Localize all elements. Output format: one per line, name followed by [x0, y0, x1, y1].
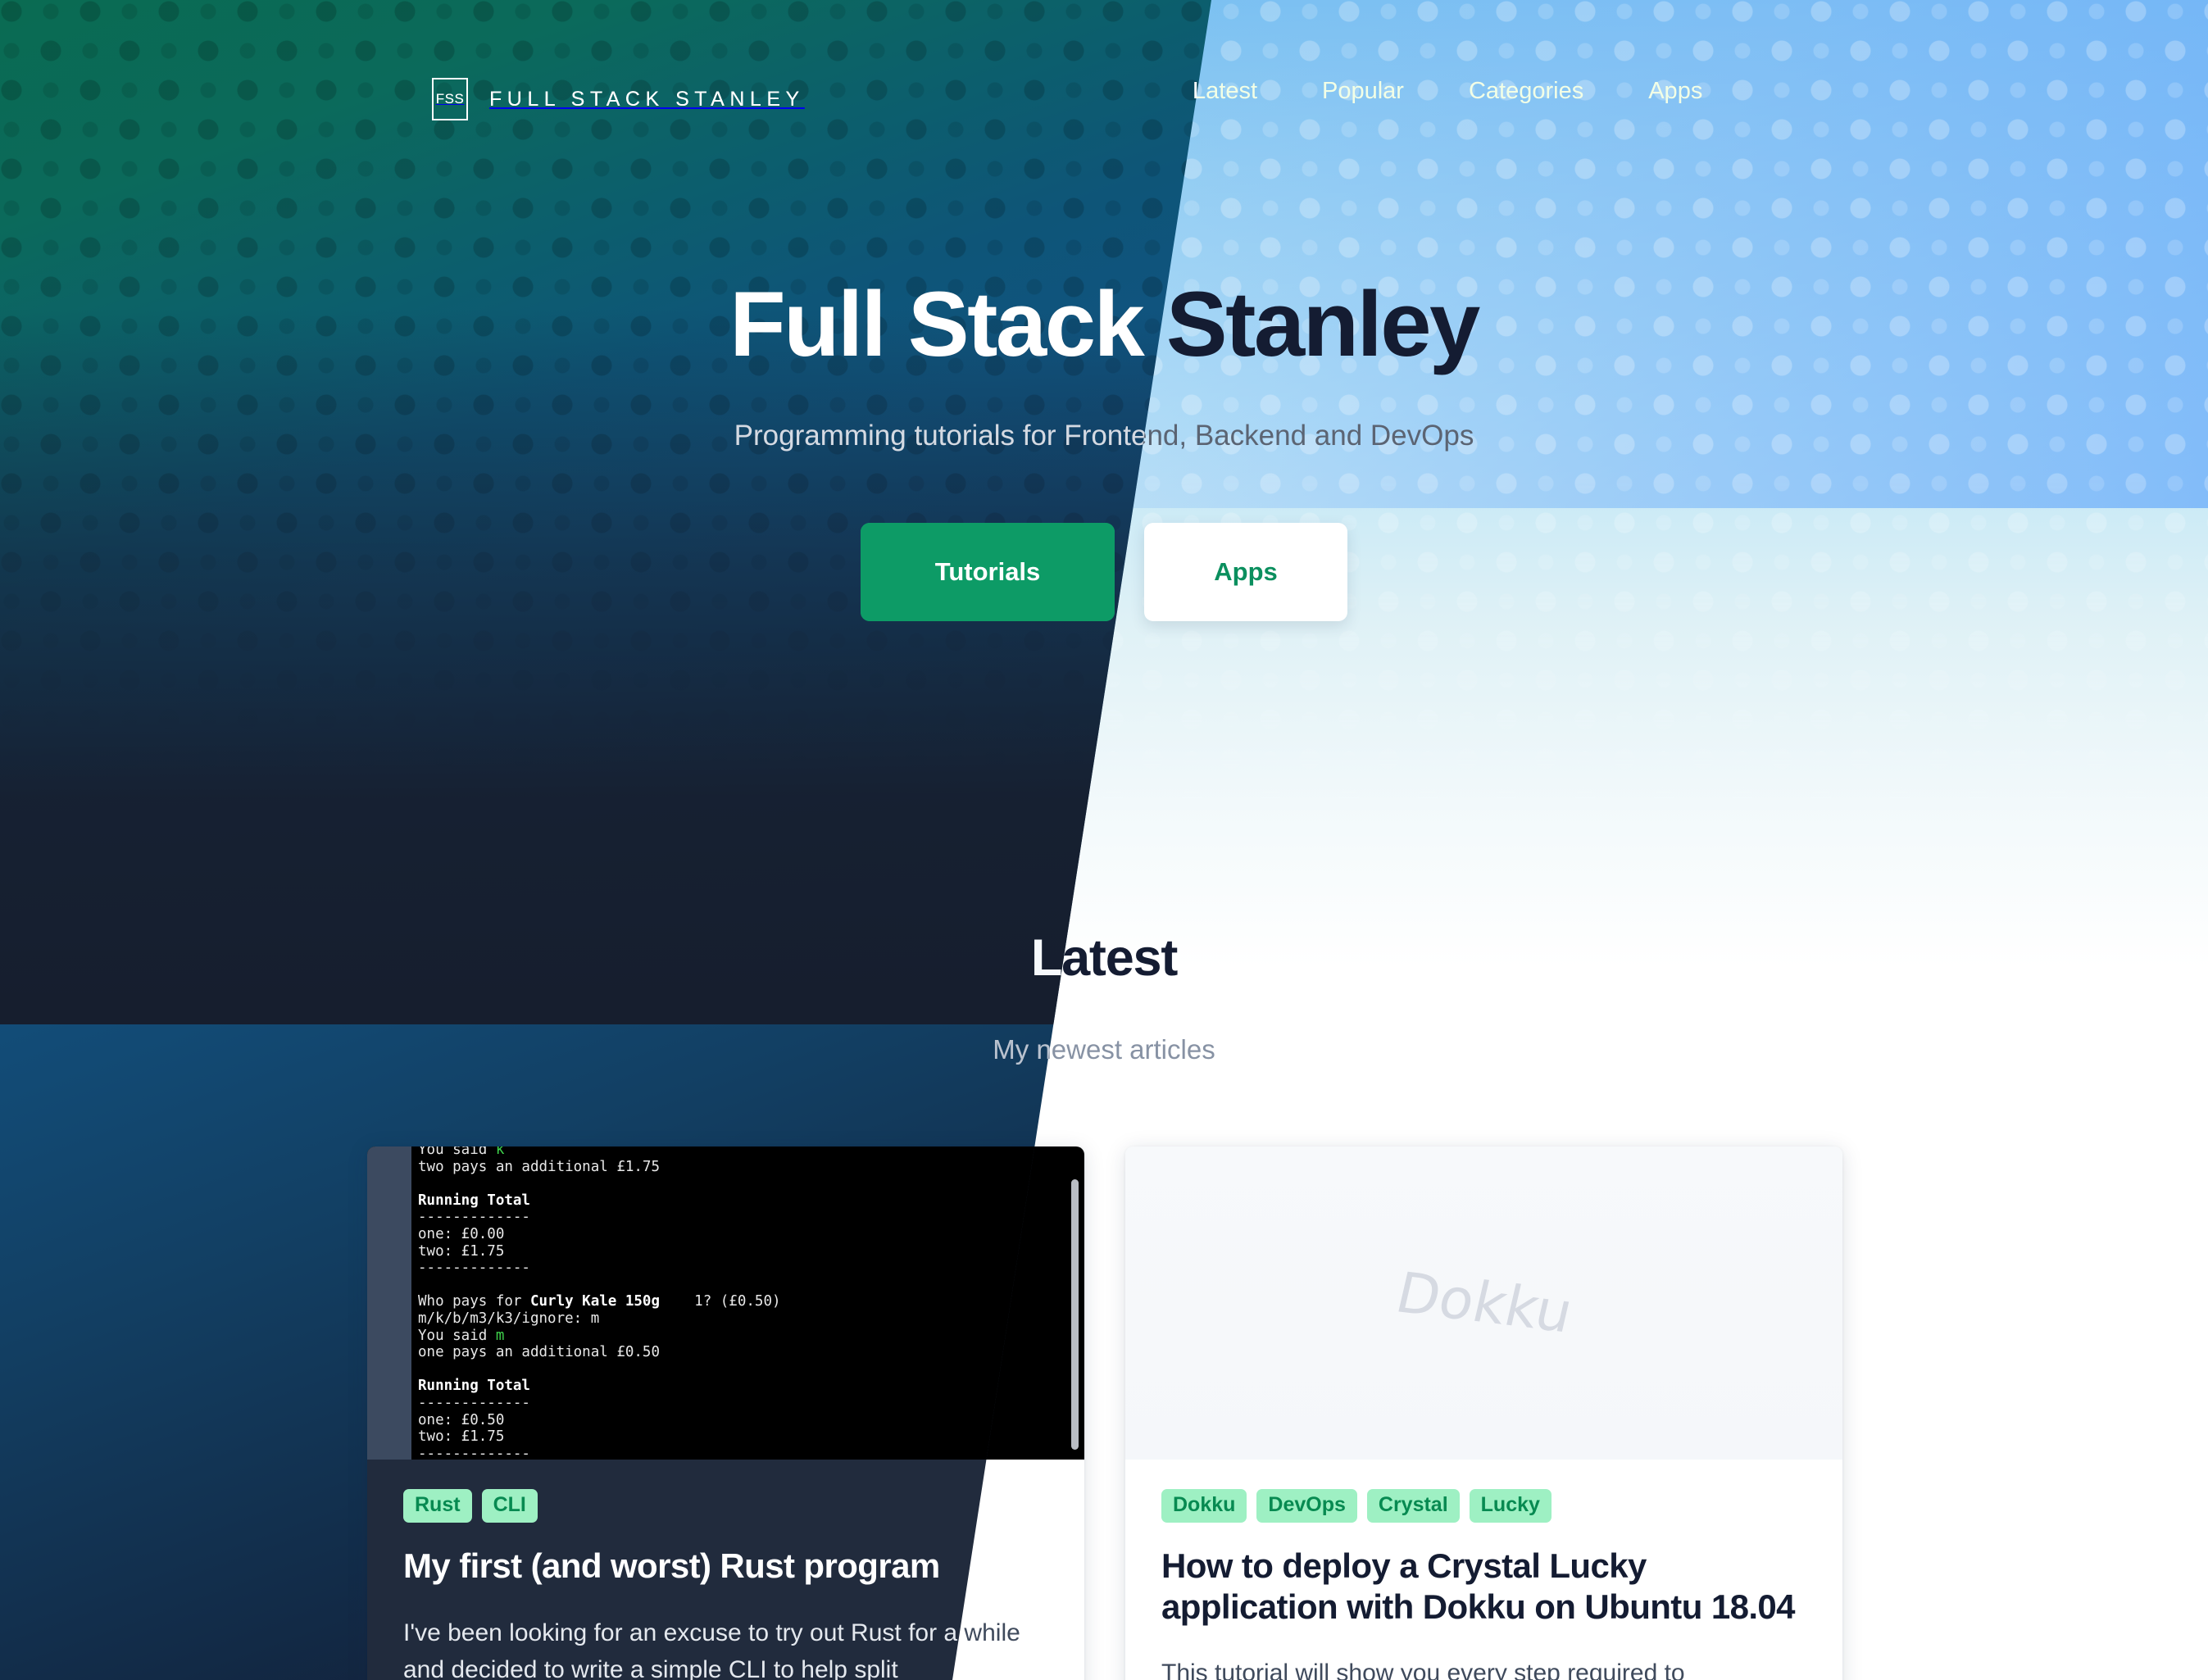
article-tag-list: Dokku DevOps Crystal Lucky [1161, 1489, 1806, 1523]
terminal-gutter [367, 1146, 411, 1460]
article-thumbnail-logo: Dokku [1125, 1146, 1842, 1460]
dokku-logo-image: Dokku [1125, 1146, 1842, 1460]
article-title[interactable]: My first (and worst) Rust program [403, 1546, 1048, 1587]
dokku-wordmark: Dokku [1389, 1260, 1579, 1346]
tutorials-button[interactable]: Tutorials [861, 523, 1115, 621]
article-tag-list: Rust CLI [403, 1489, 1048, 1523]
tag-dokku[interactable]: Dokku [1161, 1489, 1247, 1523]
tag-lucky[interactable]: Lucky [1469, 1489, 1552, 1523]
tag-crystal[interactable]: Crystal [1366, 1489, 1460, 1523]
tag-devops[interactable]: DevOps [1256, 1489, 1357, 1523]
page-stage: FSS FULL STACK STANLEY Latest Popular Ca… [0, 0, 2208, 1680]
article-excerpt: I've been looking for an excuse to try o… [403, 1619, 1020, 1680]
nav-link-categories[interactable]: Categories [1469, 78, 1583, 105]
nav-link-apps[interactable]: Apps [1648, 78, 1702, 105]
nav-link-popular[interactable]: Popular [1322, 78, 1404, 105]
brand-name: FULL STACK STANLEY [489, 87, 805, 111]
article-title[interactable]: How to deploy a Crystal Lucky applicatio… [1161, 1546, 1806, 1627]
terminal-screenshot: You said k two pays an additional £1.75 … [367, 1146, 1084, 1460]
terminal-scrollbar[interactable] [1071, 1179, 1079, 1450]
article-thumbnail-terminal: You said k two pays an additional £1.75 … [367, 1146, 1084, 1460]
apps-button[interactable]: Apps [1144, 523, 1347, 621]
main-navigation: Latest Popular Categories Apps [1193, 78, 1702, 105]
tag-rust[interactable]: Rust [403, 1489, 472, 1523]
brand-logo-link-dark[interactable]: FSS FULL STACK STANLEY [432, 78, 805, 120]
article-card[interactable]: Dokku Dokku DevOps Crystal Lucky How to … [1125, 1146, 1842, 1680]
article-excerpt: This tutorial will show you every step r… [1161, 1660, 1685, 1680]
tag-cli[interactable]: CLI [481, 1489, 538, 1523]
terminal-output-text: You said k two pays an additional £1.75 … [418, 1146, 781, 1460]
article-card-body: Dokku DevOps Crystal Lucky How to deploy… [1125, 1460, 1842, 1680]
nav-link-latest[interactable]: Latest [1193, 78, 1257, 105]
fss-monogram-icon: FSS [432, 78, 468, 120]
